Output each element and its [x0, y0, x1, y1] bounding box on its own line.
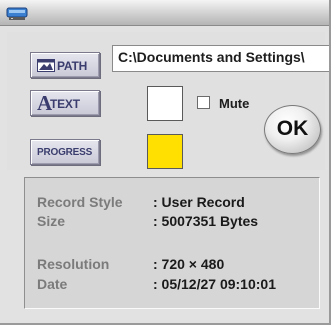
date-value: : 05/12/27 09:10:01	[153, 276, 276, 292]
text-button-label: TEXT	[50, 97, 80, 111]
resolution-key: Resolution	[37, 256, 110, 272]
title-bar[interactable]	[0, 0, 329, 26]
disk-drive-icon	[6, 7, 28, 20]
resolution-value: : 720 × 480	[153, 256, 225, 272]
date-key: Date	[37, 276, 68, 292]
size-key: Size	[37, 213, 66, 229]
ok-button[interactable]: OK	[264, 105, 321, 154]
record-info-panel: Record Style : User Record Size : 500735…	[24, 177, 320, 309]
progress-button-label: PROGRESS	[37, 147, 93, 158]
record-style-value: : User Record	[153, 194, 245, 210]
settings-window: PATH C:\Documents and Settings\ A TEXT M…	[0, 0, 331, 325]
size-value: : 5007351 Bytes	[153, 213, 259, 229]
text-button[interactable]: A TEXT	[30, 90, 100, 116]
path-button-label: PATH	[57, 59, 88, 73]
progress-button[interactable]: PROGRESS	[30, 139, 100, 165]
path-button[interactable]: PATH	[30, 52, 100, 78]
mute-label: Mute	[219, 96, 250, 111]
path-input[interactable]: C:\Documents and Settings\	[112, 45, 329, 72]
progress-color-swatch[interactable]	[147, 134, 183, 169]
folder-picture-icon	[37, 59, 55, 72]
record-style-key: Record Style	[37, 194, 123, 210]
mute-checkbox[interactable]	[197, 96, 210, 109]
text-color-swatch[interactable]	[147, 86, 183, 121]
